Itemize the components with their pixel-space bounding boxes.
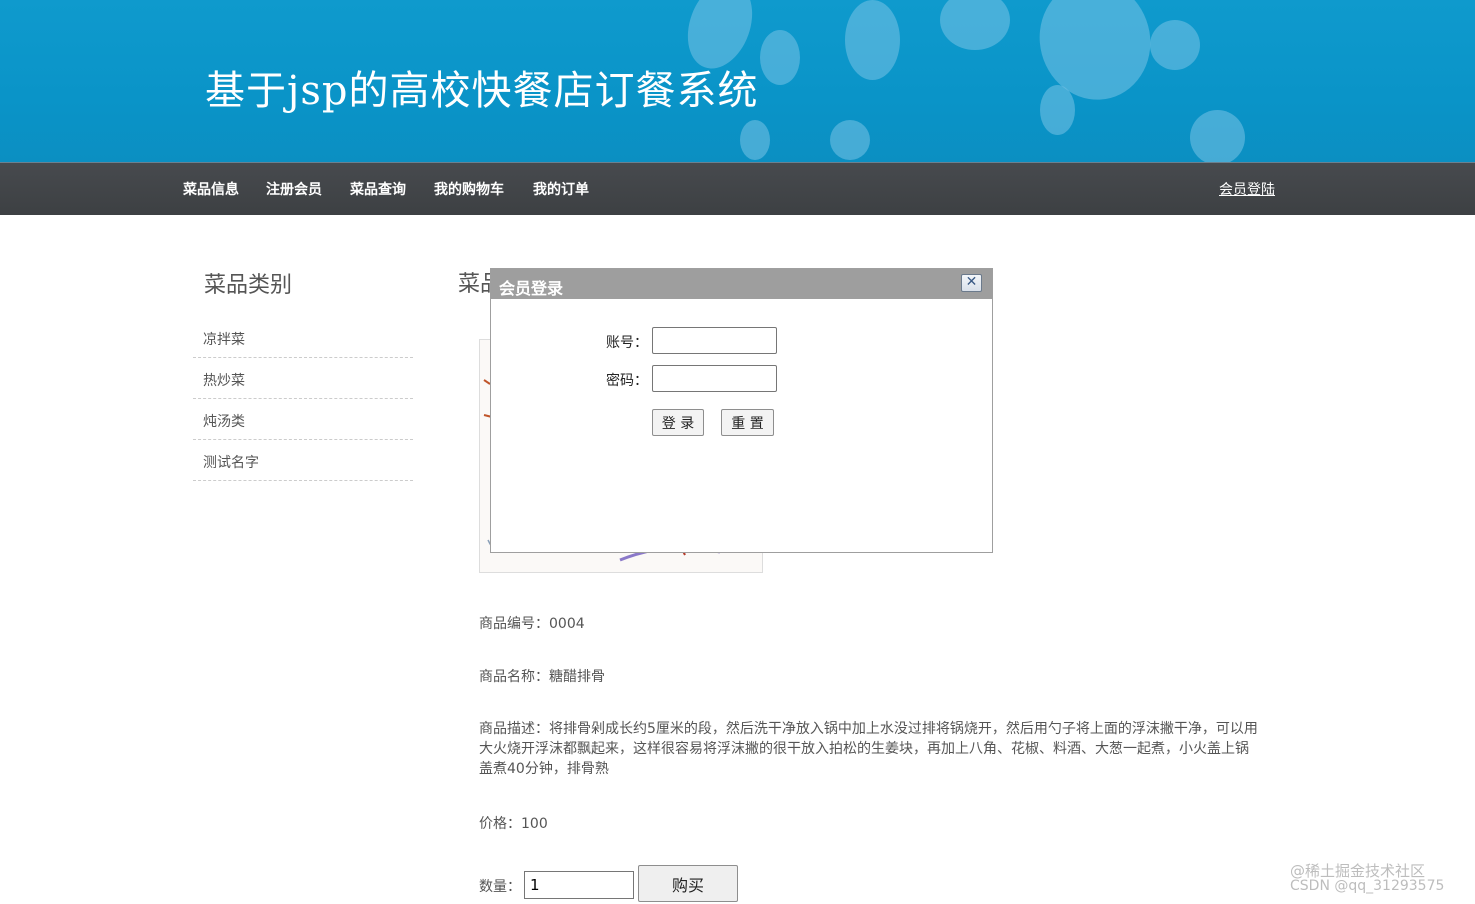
category-item[interactable]: 凉拌菜 — [193, 318, 413, 358]
nav-item-orders[interactable]: 我的订单 — [533, 179, 589, 199]
product-id: 商品编号：0004 — [479, 616, 585, 632]
buy-button[interactable]: 购买 — [638, 865, 738, 902]
category-heading: 菜品类别 — [204, 273, 293, 298]
header-splash — [1190, 110, 1245, 162]
main-nav: 菜品信息 注册会员 菜品查询 我的购物车 我的订单 会员登陆 — [0, 162, 1475, 215]
header-splash — [740, 120, 770, 160]
close-icon[interactable]: ✕ — [961, 274, 982, 292]
reset-button[interactable]: 重 置 — [721, 409, 774, 436]
quantity-input[interactable] — [524, 871, 634, 899]
login-button[interactable]: 登 录 — [652, 409, 704, 436]
nav-item-cart[interactable]: 我的购物车 — [434, 179, 504, 199]
header-splash — [940, 0, 1010, 50]
watermark-csdn: CSDN @qq_31293575 — [1290, 878, 1445, 894]
password-input[interactable] — [652, 365, 777, 392]
header-splash — [845, 0, 900, 80]
quantity-label: 数量： — [479, 879, 521, 895]
product-name: 商品名称：糖醋排骨 — [479, 669, 605, 685]
nav-item-search[interactable]: 菜品查询 — [350, 179, 406, 199]
nav-item-dishes[interactable]: 菜品信息 — [183, 179, 239, 199]
member-login-link[interactable]: 会员登陆 — [1219, 179, 1275, 199]
product-description: 商品描述：将排骨剁成长约5厘米的段，然后洗干净放入锅中加上水没过排将锅烧开，然后… — [479, 721, 1258, 777]
category-label[interactable]: 测试名字 — [203, 452, 259, 472]
header-splash — [1040, 85, 1075, 135]
account-input[interactable] — [652, 327, 777, 354]
category-label[interactable]: 热炒菜 — [203, 370, 245, 390]
header-splash — [760, 30, 800, 85]
dialog-title-bar[interactable]: 会员登录 ✕ — [491, 269, 992, 299]
account-label: 账号： — [606, 335, 648, 351]
category-item[interactable]: 炖汤类 — [193, 400, 413, 440]
site-header: 基于jsp的高校快餐店订餐系统 — [0, 0, 1475, 162]
password-label: 密码： — [606, 373, 648, 389]
category-item[interactable]: 测试名字 — [193, 441, 413, 481]
login-dialog: 会员登录 ✕ 账号： 密码： 登 录 重 置 — [490, 268, 993, 553]
nav-item-register[interactable]: 注册会员 — [266, 179, 322, 199]
header-splash — [830, 120, 870, 160]
dialog-title: 会员登录 — [499, 279, 564, 298]
category-label[interactable]: 凉拌菜 — [203, 329, 245, 349]
product-price: 价格：100 — [479, 816, 548, 832]
site-title: 基于jsp的高校快餐店订餐系统 — [205, 68, 759, 114]
category-item[interactable]: 热炒菜 — [193, 359, 413, 399]
header-splash — [1150, 20, 1200, 70]
category-label[interactable]: 炖汤类 — [203, 411, 245, 431]
